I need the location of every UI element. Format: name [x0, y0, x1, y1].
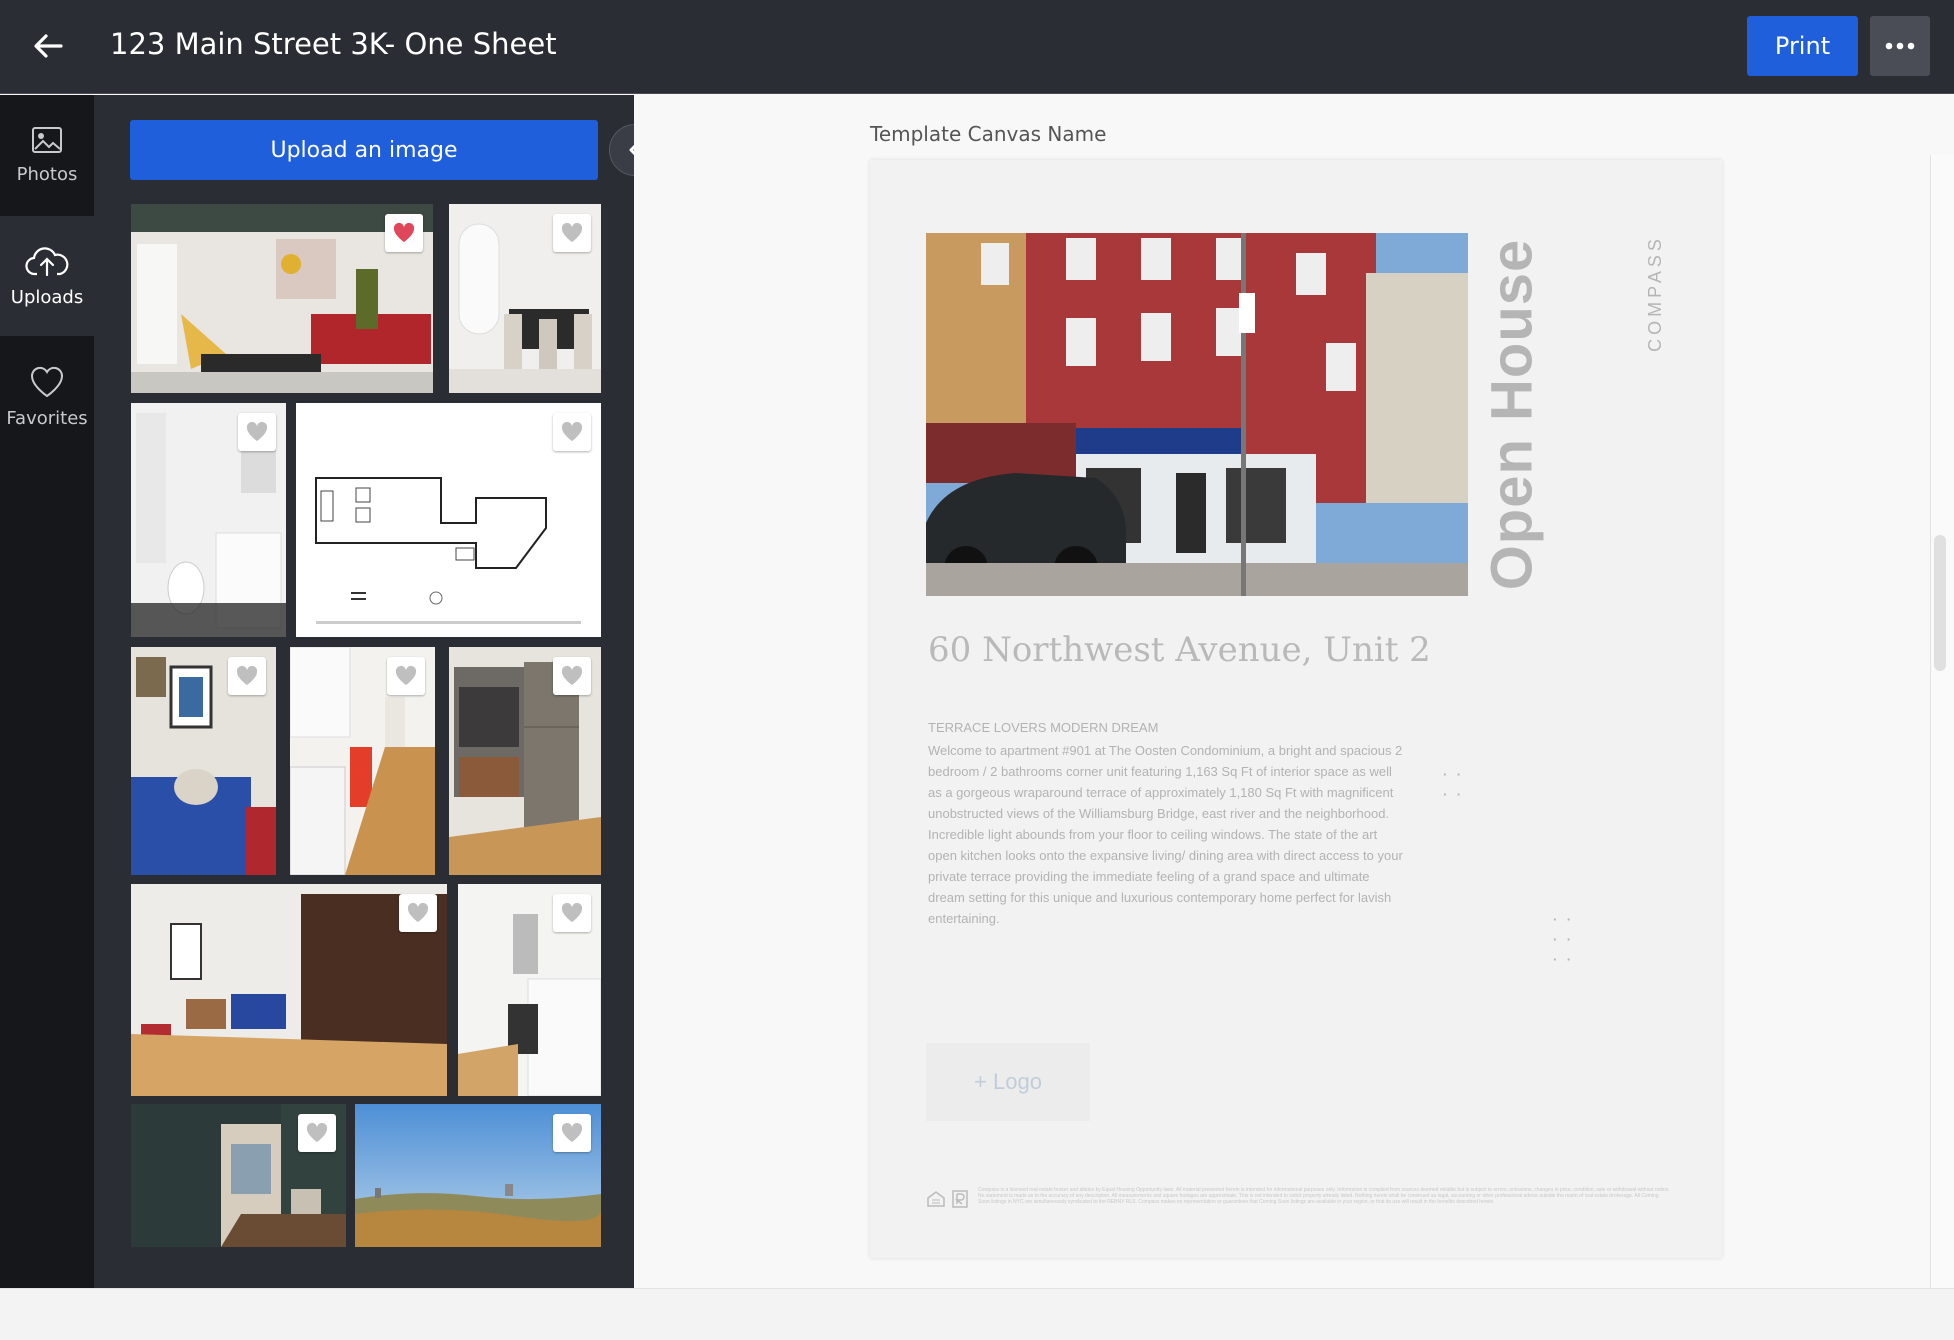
document-title: 123 Main Street 3K- One Sheet — [110, 27, 557, 61]
brand-logo-text: COMPASS — [1644, 234, 1665, 352]
heart-icon — [395, 665, 417, 685]
drag-handle-icon[interactable]: ⋅⋅ ⋅⋅ ⋅⋅ — [1552, 910, 1579, 970]
favorite-toggle[interactable] — [399, 894, 437, 932]
photo-thumbnail[interactable] — [131, 884, 447, 1096]
photo-thumbnail[interactable] — [131, 204, 433, 393]
canvas-name: Template Canvas Name — [870, 122, 1107, 146]
heart-icon — [306, 1122, 328, 1142]
canvas-scrollbar-thumb[interactable] — [1934, 535, 1946, 671]
favorite-toggle[interactable] — [553, 1114, 591, 1152]
open-house-heading[interactable]: Open House — [1480, 233, 1545, 596]
favorite-toggle[interactable] — [553, 894, 591, 932]
top-bar: 123 Main Street 3K- One Sheet Print — [0, 0, 1954, 94]
heart-filled-icon — [393, 222, 415, 242]
heart-icon — [407, 902, 429, 922]
arrow-left-icon — [34, 34, 63, 58]
realtor-icon — [952, 1190, 968, 1208]
drag-handle-icon[interactable]: ⋅⋅ ⋅⋅ — [1442, 765, 1469, 805]
print-button[interactable]: Print — [1747, 16, 1858, 76]
rail-item-favorites[interactable]: Favorites — [0, 337, 94, 457]
more-options-button[interactable] — [1870, 16, 1930, 76]
add-logo-button[interactable]: + Logo — [926, 1043, 1090, 1121]
footer-icons — [926, 1190, 968, 1208]
rail-item-uploads[interactable]: Uploads — [0, 216, 94, 336]
canvas-scrollbar-track[interactable] — [1930, 155, 1954, 1288]
description-paragraph: Incredible light abounds from your floor… — [928, 827, 1403, 926]
property-description[interactable]: Welcome to apartment #901 at The Oosten … — [928, 740, 1408, 929]
photo-thumbnail[interactable] — [449, 204, 601, 393]
heart-icon — [561, 902, 583, 922]
description-paragraph: Welcome to apartment #901 at The Oosten … — [928, 743, 1403, 821]
favorite-toggle[interactable] — [553, 657, 591, 695]
one-sheet-canvas[interactable]: Open House COMPASS 60 Northwest Avenue, … — [870, 160, 1722, 1258]
uploads-panel: Upload an image — [94, 95, 634, 1288]
rail-item-label: Favorites — [6, 407, 88, 429]
equal-housing-icon — [927, 1191, 945, 1207]
photo-thumbnail[interactable] — [458, 884, 601, 1096]
heart-icon — [30, 366, 64, 397]
photo-thumbnail[interactable] — [131, 647, 276, 875]
photo-thumbnail[interactable] — [131, 403, 286, 637]
favorite-toggle[interactable] — [298, 1114, 336, 1152]
side-rail: Photos Uploads Favorites — [0, 95, 94, 1288]
floor-plan-thumbnail[interactable] — [296, 403, 601, 637]
heart-icon — [561, 665, 583, 685]
heart-icon — [561, 1122, 583, 1142]
legal-disclaimer: Compass is a licensed real estate broker… — [978, 1187, 1670, 1205]
heart-icon — [236, 665, 258, 685]
favorite-toggle[interactable] — [385, 214, 423, 252]
rail-item-label: Photos — [16, 163, 78, 185]
rail-item-photos[interactable]: Photos — [0, 95, 94, 215]
heart-icon — [561, 222, 583, 242]
heart-icon — [246, 421, 268, 441]
photo-thumbnail[interactable] — [131, 1104, 346, 1247]
favorite-toggle[interactable] — [553, 214, 591, 252]
favorite-toggle[interactable] — [553, 413, 591, 451]
heart-icon — [561, 421, 583, 441]
photo-thumbnail[interactable] — [355, 1104, 601, 1247]
favorite-toggle[interactable] — [228, 657, 266, 695]
hero-image[interactable] — [926, 233, 1468, 596]
ellipsis-icon — [1885, 42, 1915, 50]
photo-thumbnail[interactable] — [290, 647, 435, 875]
rail-item-label: Uploads — [10, 286, 84, 308]
image-icon — [32, 126, 62, 153]
back-button[interactable] — [26, 24, 70, 68]
property-address[interactable]: 60 Northwest Avenue, Unit 2 — [928, 630, 1431, 670]
upload-image-button[interactable]: Upload an image — [130, 120, 598, 180]
favorite-toggle[interactable] — [238, 413, 276, 451]
cloud-upload-icon — [25, 246, 69, 276]
description-heading[interactable]: TERRACE LOVERS MODERN DREAM — [928, 720, 1158, 735]
photo-thumbnail[interactable] — [449, 647, 601, 875]
favorite-toggle[interactable] — [387, 657, 425, 695]
bottom-strip — [0, 1288, 1954, 1340]
